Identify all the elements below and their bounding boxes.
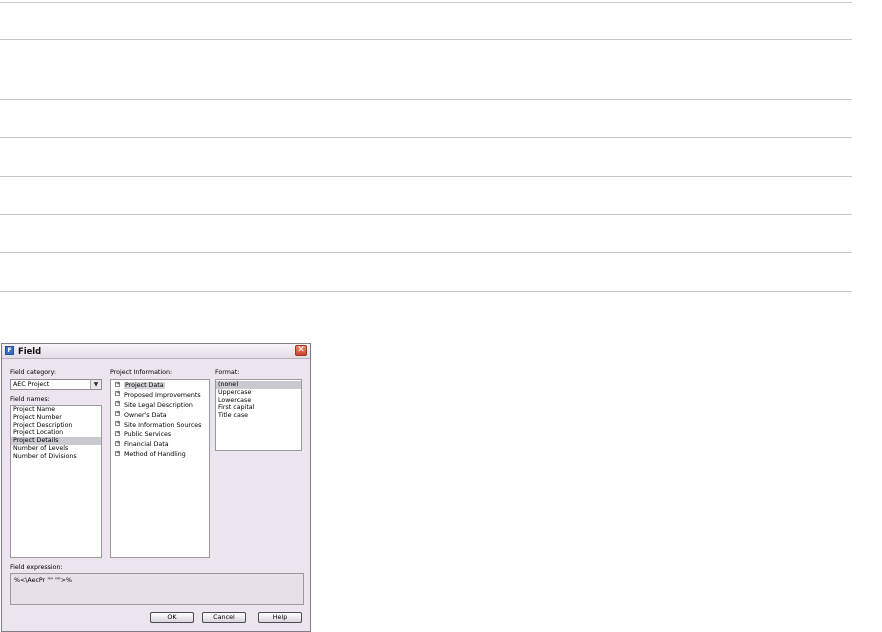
tree-item-label: Method of Handling [124, 451, 186, 459]
divider [0, 252, 852, 253]
format-option[interactable]: First capital [216, 404, 301, 412]
tree-item[interactable]: + Site Legal Description [111, 401, 209, 411]
field-names-list[interactable]: Project Name Project Number Project Descri… [10, 405, 102, 558]
plus-box-icon[interactable]: + [115, 450, 120, 456]
divider [0, 176, 852, 177]
field-app-icon: F [5, 346, 14, 355]
tree-item[interactable]: + Financial Data [111, 440, 209, 450]
format-option[interactable]: Uppercase [216, 389, 301, 397]
tree-item-label: Owner's Data [124, 411, 167, 419]
field-name-item[interactable]: Project Number [11, 414, 101, 422]
field-name-item[interactable]: Project Details [11, 437, 101, 445]
divider [0, 2, 852, 3]
ok-button[interactable]: OK [150, 612, 194, 623]
field-expression-label: Field expression: [10, 564, 63, 571]
field-names-label: Field names: [10, 396, 50, 403]
field-expression-box: %<\AecPr "" "">% [10, 573, 304, 605]
field-category-select[interactable]: AEC Project ▼ [10, 379, 102, 390]
tree-item[interactable]: + Project Data [111, 381, 209, 391]
field-name-item[interactable]: Number of Levels [11, 445, 101, 453]
plus-box-icon[interactable]: + [115, 440, 120, 446]
tree-item-label: Site Information Sources [124, 421, 202, 429]
plus-box-icon[interactable]: + [115, 391, 120, 397]
divider [0, 214, 852, 215]
format-option[interactable]: Lowercase [216, 397, 301, 405]
tree-item-label: Site Legal Description [124, 401, 193, 409]
tree-item-label: Proposed Improvements [124, 391, 201, 399]
divider [0, 291, 852, 292]
dialog-title: Field [18, 346, 42, 356]
format-option[interactable]: (none) [216, 381, 301, 389]
project-information-tree[interactable]: + Project Data + Proposed Improvements + Site… [110, 379, 210, 558]
plus-box-icon[interactable]: + [115, 381, 120, 387]
divider [0, 39, 852, 40]
plus-box-icon[interactable]: + [115, 421, 120, 427]
tree-item[interactable]: + Site Information Sources [111, 421, 209, 431]
tree-item[interactable]: + Public Services [111, 430, 209, 440]
field-name-item[interactable]: Project Description [11, 422, 101, 430]
help-button[interactable]: Help [258, 612, 302, 623]
tree-item[interactable]: + Owner's Data [111, 411, 209, 421]
format-label: Format: [215, 369, 240, 376]
field-dialog: F Field ✕ Field category: AEC Project ▼ … [1, 343, 311, 632]
tree-item[interactable]: + Method of Handling [111, 450, 209, 460]
field-expression-value: %<\AecPr "" "">% [14, 577, 73, 584]
tree-item-label: Public Services [124, 431, 172, 439]
tree-item[interactable]: + Proposed Improvements [111, 391, 209, 401]
format-list[interactable]: (none) Uppercase Lowercase First capital Tit… [215, 379, 302, 451]
plus-box-icon[interactable]: + [115, 401, 120, 407]
divider [0, 137, 852, 138]
tree-item-label: Project Data [124, 382, 165, 389]
field-name-item[interactable]: Number of Divisions [11, 453, 101, 461]
field-category-value: AEC Project [13, 381, 50, 388]
chevron-down-icon[interactable]: ▼ [90, 380, 101, 389]
field-name-item[interactable]: Project Name [11, 406, 101, 414]
plus-box-icon[interactable]: + [115, 430, 120, 436]
format-option[interactable]: Title case [216, 412, 301, 420]
tree-item-label: Financial Data [124, 441, 169, 449]
plus-box-icon[interactable]: + [115, 411, 120, 417]
field-name-item[interactable]: Project Location [11, 429, 101, 437]
close-icon[interactable]: ✕ [295, 345, 307, 356]
divider [0, 99, 852, 100]
field-category-label: Field category: [10, 369, 57, 376]
project-information-label: Project Information: [110, 369, 173, 376]
dialog-titlebar[interactable]: F Field ✕ [2, 344, 310, 359]
cancel-button[interactable]: Cancel [202, 612, 246, 623]
